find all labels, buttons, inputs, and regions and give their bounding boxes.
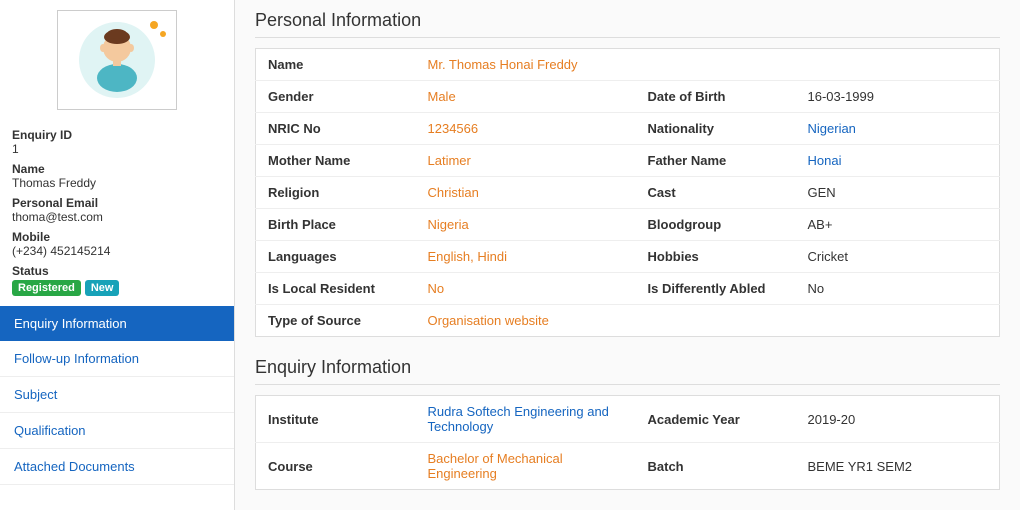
field-value: AB+ (796, 209, 1000, 241)
field-label: Nationality (636, 113, 796, 145)
field-value: English, Hindi (416, 241, 636, 273)
table-row: Languages English, Hindi Hobbies Cricket (256, 241, 1000, 273)
name-label: Name (12, 162, 222, 176)
field-label: Bloodgroup (636, 209, 796, 241)
field-label: Languages (256, 241, 416, 273)
nav-followup-information[interactable]: Follow-up Information (0, 341, 234, 377)
field-label: Batch (636, 443, 796, 490)
field-value: Bachelor of Mechanical Engineering (416, 443, 636, 490)
field-value: Mr. Thomas Honai Freddy (416, 49, 1000, 81)
field-label: Institute (256, 396, 416, 443)
field-label: Gender (256, 81, 416, 113)
table-row: Birth Place Nigeria Bloodgroup AB+ (256, 209, 1000, 241)
table-row: Name Mr. Thomas Honai Freddy (256, 49, 1000, 81)
field-label: Date of Birth (636, 81, 796, 113)
field-label: Name (256, 49, 416, 81)
field-label: Father Name (636, 145, 796, 177)
main-content: Personal Information Name Mr. Thomas Hon… (235, 0, 1020, 510)
enquiry-id-value: 1 (12, 142, 222, 156)
table-row: Religion Christian Cast GEN (256, 177, 1000, 209)
field-value: No (796, 273, 1000, 305)
personal-info-table: Name Mr. Thomas Honai Freddy Gender Male… (255, 48, 1000, 337)
avatar-box (57, 10, 177, 110)
field-label: Is Differently Abled (636, 273, 796, 305)
field-value: Male (416, 81, 636, 113)
table-row: Gender Male Date of Birth 16-03-1999 (256, 81, 1000, 113)
field-label: Hobbies (636, 241, 796, 273)
enquiry-id-label: Enquiry ID (12, 128, 222, 142)
mobile-label: Mobile (12, 230, 222, 244)
field-value: 2019-20 (796, 396, 1000, 443)
enquiry-info-title: Enquiry Information (255, 357, 1000, 385)
nav-qualification[interactable]: Qualification (0, 413, 234, 449)
status-label: Status (12, 264, 222, 278)
table-row: Course Bachelor of Mechanical Engineerin… (256, 443, 1000, 490)
field-label: Is Local Resident (256, 273, 416, 305)
field-value: Christian (416, 177, 636, 209)
field-value: 16-03-1999 (796, 81, 1000, 113)
avatar (77, 20, 157, 100)
badge-new: New (85, 280, 120, 296)
sidebar: Enquiry ID 1 Name Thomas Freddy Personal… (0, 0, 235, 510)
nav-attached-documents[interactable]: Attached Documents (0, 449, 234, 485)
table-row: Is Local Resident No Is Differently Able… (256, 273, 1000, 305)
field-label: Type of Source (256, 305, 416, 337)
enquiry-info-table: Institute Rudra Softech Engineering and … (255, 395, 1000, 490)
field-value: 1234566 (416, 113, 636, 145)
table-row: NRIC No 1234566 Nationality Nigerian (256, 113, 1000, 145)
field-label: NRIC No (256, 113, 416, 145)
field-label: Course (256, 443, 416, 490)
nav-menu: Enquiry Information Follow-up Informatio… (0, 306, 234, 485)
field-value: Latimer (416, 145, 636, 177)
field-label: Birth Place (256, 209, 416, 241)
mobile-value: (+234) 452145214 (12, 244, 222, 258)
field-value: Nigeria (416, 209, 636, 241)
field-value: No (416, 273, 636, 305)
field-value: Organisation website (416, 305, 1000, 337)
field-value: Rudra Softech Engineering and Technology (416, 396, 636, 443)
field-value: Cricket (796, 241, 1000, 273)
badge-registered: Registered (12, 280, 81, 296)
email-label: Personal Email (12, 196, 222, 210)
field-label: Cast (636, 177, 796, 209)
name-value: Thomas Freddy (12, 176, 222, 190)
nav-enquiry-information[interactable]: Enquiry Information (0, 306, 234, 341)
sidebar-info: Enquiry ID 1 Name Thomas Freddy Personal… (0, 122, 234, 296)
status-badges: Registered New (12, 280, 222, 296)
field-label: Religion (256, 177, 416, 209)
field-value: Honai (796, 145, 1000, 177)
email-value: thoma@test.com (12, 210, 222, 224)
field-value: GEN (796, 177, 1000, 209)
field-value: Nigerian (796, 113, 1000, 145)
nav-subject[interactable]: Subject (0, 377, 234, 413)
table-row: Mother Name Latimer Father Name Honai (256, 145, 1000, 177)
field-value: BEME YR1 SEM2 (796, 443, 1000, 490)
table-row: Type of Source Organisation website (256, 305, 1000, 337)
table-row: Institute Rudra Softech Engineering and … (256, 396, 1000, 443)
field-label: Mother Name (256, 145, 416, 177)
personal-info-title: Personal Information (255, 10, 1000, 38)
dot-decoration-2 (160, 31, 166, 37)
field-label: Academic Year (636, 396, 796, 443)
dot-decoration-1 (150, 21, 158, 29)
